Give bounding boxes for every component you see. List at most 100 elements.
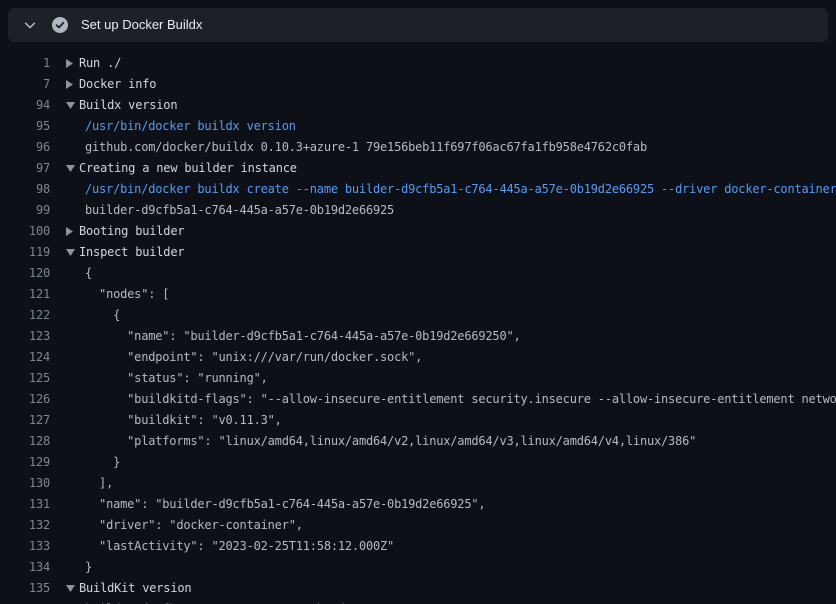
- line-number[interactable]: 126: [0, 389, 50, 410]
- log-output-text: "name": "builder-d9cfb5a1-c764-445a-a57e…: [66, 494, 485, 515]
- chevron-down-icon[interactable]: [66, 585, 79, 592]
- line-number[interactable]: 121: [0, 284, 50, 305]
- chevron-right-icon[interactable]: [66, 227, 79, 236]
- log-line: 133 "lastActivity": "2023-02-25T11:58:12…: [0, 536, 836, 557]
- line-number[interactable]: 132: [0, 515, 50, 536]
- log-output-text: builder-d9cfb5a1-c764-445a-a57e-0b19d2e6…: [66, 599, 464, 604]
- chevron-down-icon[interactable]: [66, 102, 79, 109]
- log-group-title[interactable]: Buildx version: [79, 95, 177, 116]
- output-text: "lastActivity": "2023-02-25T11:58:12.000…: [85, 536, 394, 557]
- log-line: 132 "driver": "docker-container",: [0, 515, 836, 536]
- output-text: {: [85, 305, 120, 326]
- log-line: 123 "name": "builder-d9cfb5a1-c764-445a-…: [0, 326, 836, 347]
- check-circle-icon: [52, 17, 68, 33]
- line-number[interactable]: 122: [0, 305, 50, 326]
- log-line: 135 BuildKit version: [0, 578, 836, 599]
- line-number[interactable]: 124: [0, 347, 50, 368]
- log-group-title[interactable]: BuildKit version: [79, 578, 191, 599]
- log-output-text: "platforms": "linux/amd64,linux/amd64/v2…: [66, 431, 696, 452]
- command-text: /usr/bin/docker buildx version: [85, 116, 296, 137]
- output-text: "name": "builder-d9cfb5a1-c764-445a-a57e…: [85, 494, 485, 515]
- line-number[interactable]: 99: [0, 200, 50, 221]
- log-line: 136 builder-d9cfb5a1-c764-445a-a57e-0b19d…: [0, 599, 836, 604]
- log-group-header[interactable]: Inspect builder: [66, 242, 184, 263]
- output-text: ],: [85, 473, 113, 494]
- log-group-title[interactable]: Creating a new builder instance: [79, 158, 297, 179]
- line-number[interactable]: 1: [0, 53, 50, 74]
- log-output-text: }: [66, 452, 120, 473]
- log-line: 124 "endpoint": "unix:///var/run/docker.…: [0, 347, 836, 368]
- output-text: github.com/docker/buildx 0.10.3+azure-1 …: [85, 137, 647, 158]
- output-text: "buildkit": "v0.11.3",: [85, 410, 282, 431]
- log-line: 99 builder-d9cfb5a1-c764-445a-a57e-0b19d2…: [0, 200, 836, 221]
- log-line: 119 Inspect builder: [0, 242, 836, 263]
- chevron-right-icon[interactable]: [66, 59, 79, 68]
- line-number[interactable]: 7: [0, 74, 50, 95]
- log-line: 94 Buildx version: [0, 95, 836, 116]
- line-number[interactable]: 123: [0, 326, 50, 347]
- log-group-header[interactable]: BuildKit version: [66, 578, 191, 599]
- line-number[interactable]: 133: [0, 536, 50, 557]
- step-title: Set up Docker Buildx: [81, 8, 202, 42]
- log-line: 120 {: [0, 263, 836, 284]
- log-group-header[interactable]: Run ./: [66, 53, 121, 74]
- line-number[interactable]: 96: [0, 137, 50, 158]
- log-line: 130 ],: [0, 473, 836, 494]
- line-number[interactable]: 120: [0, 263, 50, 284]
- line-number[interactable]: 97: [0, 158, 50, 179]
- command-text: /usr/bin/docker buildx create --name bui…: [85, 179, 836, 200]
- log-group-header[interactable]: Creating a new builder instance: [66, 158, 297, 179]
- log-output-text: "endpoint": "unix:///var/run/docker.sock…: [66, 347, 422, 368]
- log-line: 131 "name": "builder-d9cfb5a1-c764-445a-…: [0, 494, 836, 515]
- line-number[interactable]: 135: [0, 578, 50, 599]
- log-line: 127 "buildkit": "v0.11.3",: [0, 410, 836, 431]
- log-command-text: /usr/bin/docker buildx create --name bui…: [66, 179, 836, 200]
- log-group-title[interactable]: Inspect builder: [79, 242, 184, 263]
- log-group-header[interactable]: Buildx version: [66, 95, 177, 116]
- output-text: builder-d9cfb5a1-c764-445a-a57e-0b19d2e6…: [85, 599, 464, 604]
- log-output-text: ],: [66, 473, 113, 494]
- log-line: 96 github.com/docker/buildx 0.10.3+azure-…: [0, 137, 836, 158]
- log-line: 128 "platforms": "linux/amd64,linux/amd6…: [0, 431, 836, 452]
- log-line: 122 {: [0, 305, 836, 326]
- log-group-title[interactable]: Booting builder: [79, 221, 184, 242]
- chevron-down-icon[interactable]: [66, 249, 79, 256]
- line-number[interactable]: 134: [0, 557, 50, 578]
- line-number[interactable]: 98: [0, 179, 50, 200]
- chevron-down-icon[interactable]: [66, 165, 79, 172]
- line-number[interactable]: 125: [0, 368, 50, 389]
- output-text: {: [85, 263, 92, 284]
- output-text: "status": "running",: [85, 368, 268, 389]
- step-header[interactable]: Set up Docker Buildx: [8, 8, 828, 42]
- output-text: }: [85, 452, 120, 473]
- line-number[interactable]: 129: [0, 452, 50, 473]
- log-output-text: "status": "running",: [66, 368, 268, 389]
- output-text: "name": "builder-d9cfb5a1-c764-445a-a57e…: [85, 326, 521, 347]
- log-group-title[interactable]: Docker info: [79, 74, 156, 95]
- log-group-header[interactable]: Booting builder: [66, 221, 184, 242]
- line-number[interactable]: 94: [0, 95, 50, 116]
- line-number[interactable]: 131: [0, 494, 50, 515]
- chevron-right-icon[interactable]: [66, 80, 79, 89]
- line-number[interactable]: 128: [0, 431, 50, 452]
- log-line: 95/usr/bin/docker buildx version: [0, 116, 836, 137]
- line-number[interactable]: 136: [0, 599, 50, 604]
- log-output-text: {: [66, 305, 120, 326]
- line-number[interactable]: 119: [0, 242, 50, 263]
- line-number[interactable]: 130: [0, 473, 50, 494]
- output-text: "platforms": "linux/amd64,linux/amd64/v2…: [85, 431, 696, 452]
- log-group-header[interactable]: Docker info: [66, 74, 156, 95]
- log-output-text: "buildkitd-flags": "--allow-insecure-ent…: [66, 389, 836, 410]
- chevron-down-icon[interactable]: [22, 17, 38, 33]
- log-line: 100 Booting builder: [0, 221, 836, 242]
- output-text: builder-d9cfb5a1-c764-445a-a57e-0b19d2e6…: [85, 200, 394, 221]
- line-number[interactable]: 95: [0, 116, 50, 137]
- line-number[interactable]: 127: [0, 410, 50, 431]
- line-number[interactable]: 100: [0, 221, 50, 242]
- log-output-text: "lastActivity": "2023-02-25T11:58:12.000…: [66, 536, 394, 557]
- log-line: 125 "status": "running",: [0, 368, 836, 389]
- log-output-text: github.com/docker/buildx 0.10.3+azure-1 …: [66, 137, 647, 158]
- output-text: "endpoint": "unix:///var/run/docker.sock…: [85, 347, 422, 368]
- log-line: 126 "buildkitd-flags": "--allow-insecure…: [0, 389, 836, 410]
- log-group-title[interactable]: Run ./: [79, 53, 121, 74]
